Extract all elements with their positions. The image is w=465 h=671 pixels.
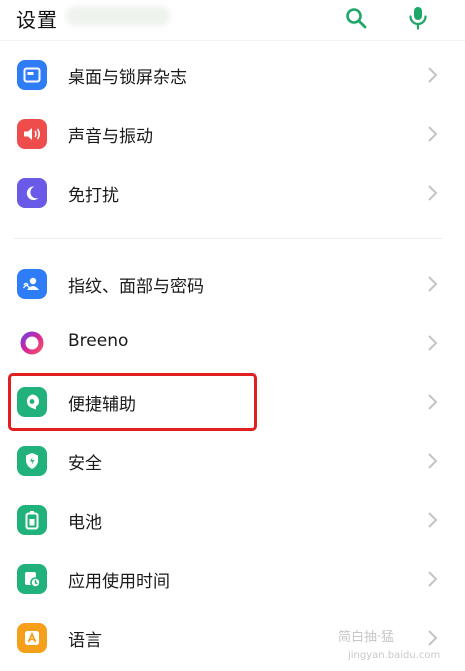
wallpaper-icon: [17, 60, 47, 90]
language-icon: [17, 623, 47, 653]
chevron-right-icon: [428, 394, 438, 410]
battery-icon: [17, 505, 47, 535]
settings-row-label: 应用使用时间: [68, 572, 170, 592]
header-bar: 设置: [0, 0, 465, 40]
settings-row-label: 安全: [68, 454, 102, 474]
settings-row-battery[interactable]: 电池: [0, 492, 465, 548]
settings-row-security[interactable]: 安全: [0, 433, 465, 489]
chevron-right-icon: [428, 512, 438, 528]
mic-icon: [409, 7, 427, 30]
settings-row-sound[interactable]: 声音与振动: [0, 106, 465, 162]
header-divider: [0, 40, 465, 41]
chevron-right-icon: [428, 571, 438, 587]
settings-screen: 设置 桌面与锁屏杂志 声音与振动 免打扰 指纹、面部与密码 Breeno 便捷辅…: [0, 0, 465, 671]
settings-row-label: 指纹、面部与密码: [68, 277, 204, 297]
page-title: 设置: [16, 8, 58, 32]
chevron-right-icon: [428, 126, 438, 142]
settings-row-label: 免打扰: [68, 186, 119, 206]
chevron-right-icon: [428, 335, 438, 351]
settings-row-label: 电池: [68, 513, 102, 533]
fingerprint-face-icon: [17, 269, 47, 299]
shield-icon: [17, 446, 47, 476]
settings-row-breeno[interactable]: Breeno: [0, 315, 465, 371]
chevron-right-icon: [428, 453, 438, 469]
watermark-text: 简白抽·猛: [338, 630, 395, 645]
search-icon: [346, 8, 367, 29]
settings-row-label: 声音与振动: [68, 127, 153, 147]
search-button[interactable]: [343, 5, 369, 31]
voice-search-button[interactable]: [405, 5, 431, 31]
settings-row-fingerprint-face-password[interactable]: 指纹、面部与密码: [0, 256, 465, 312]
settings-row-label: 语言: [68, 631, 102, 651]
highlight-annotation-box: [8, 373, 257, 431]
settings-row-wallpaper[interactable]: 桌面与锁屏杂志: [0, 47, 465, 103]
baidu-jingyan-watermark: 简白抽·猛 jingyan.baidu.com: [338, 626, 462, 668]
app-usage-icon: [17, 564, 47, 594]
chevron-right-icon: [428, 185, 438, 201]
settings-row-app-usage-time[interactable]: 应用使用时间: [0, 551, 465, 607]
watermark-url: jingyan.baidu.com: [348, 650, 441, 661]
chevron-right-icon: [428, 67, 438, 83]
speaker-icon: [17, 119, 47, 149]
settings-row-label: 桌面与锁屏杂志: [68, 68, 187, 88]
chevron-right-icon: [428, 276, 438, 292]
moon-icon: [17, 178, 47, 208]
group-divider: [14, 238, 442, 239]
breeno-icon: [17, 328, 47, 358]
blurred-header-text: [66, 6, 170, 26]
settings-row-label: Breeno: [68, 331, 129, 351]
settings-row-do-not-disturb[interactable]: 免打扰: [0, 165, 465, 221]
